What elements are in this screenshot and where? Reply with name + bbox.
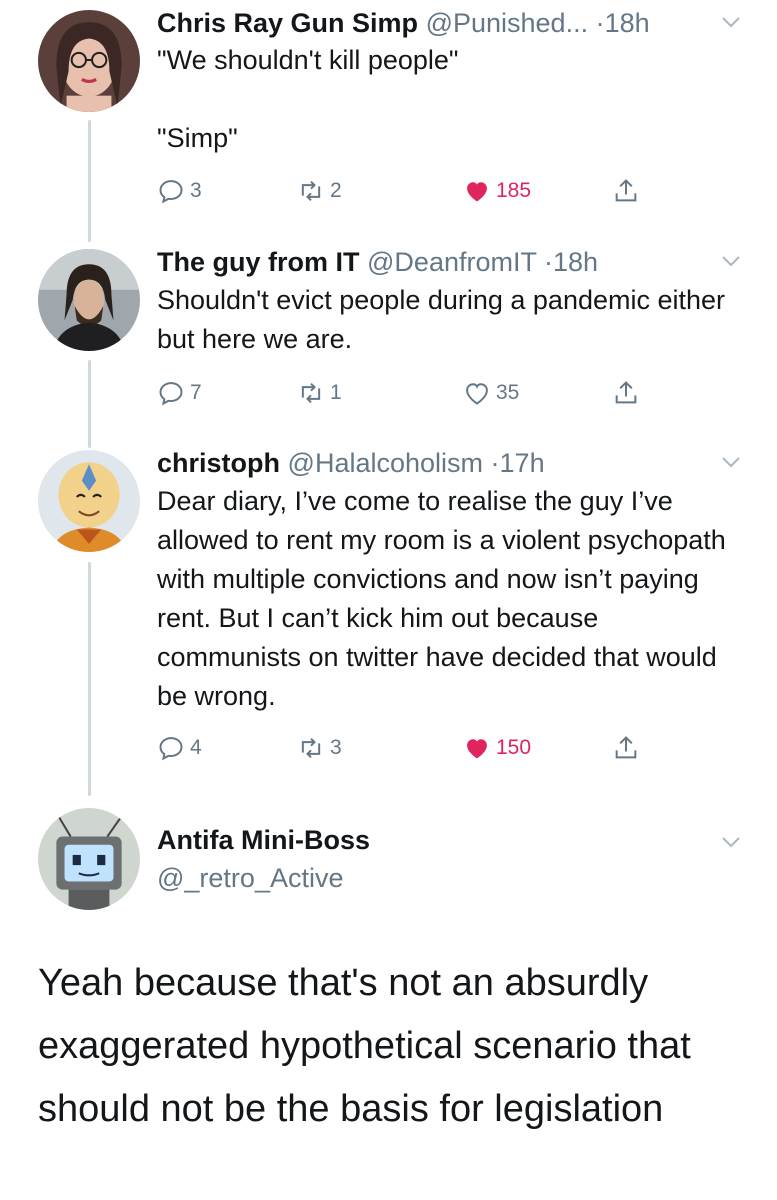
like-button[interactable]: 35 bbox=[463, 377, 519, 409]
avatar[interactable] bbox=[38, 249, 140, 351]
main-tweet-header[interactable]: Antifa Mini-Boss @_retro_Active bbox=[157, 821, 757, 897]
separator-dot: · bbox=[490, 448, 500, 478]
tweet-actions: 4 3 150 bbox=[157, 732, 657, 764]
retweet-count: 2 bbox=[330, 179, 342, 202]
like-button[interactable]: 150 bbox=[463, 732, 531, 764]
reply-count: 4 bbox=[190, 736, 202, 759]
retweet-count: 1 bbox=[330, 381, 342, 404]
retweet-button[interactable]: 2 bbox=[297, 175, 342, 207]
share-button[interactable] bbox=[612, 732, 645, 764]
share-icon bbox=[615, 179, 637, 202]
retweet-icon bbox=[301, 737, 321, 759]
chevron-down-icon[interactable] bbox=[719, 833, 743, 851]
display-name[interactable]: Antifa Mini-Boss bbox=[157, 825, 370, 855]
display-name[interactable]: The guy from IT bbox=[157, 247, 360, 277]
retweet-icon bbox=[301, 382, 321, 404]
reply-icon bbox=[159, 180, 183, 204]
avatar[interactable] bbox=[38, 808, 140, 910]
retweet-button[interactable]: 1 bbox=[297, 377, 342, 409]
main-tweet-text: Yeah because that's not an absurdly exag… bbox=[38, 962, 691, 1130]
reply-button[interactable]: 3 bbox=[157, 175, 202, 207]
reply-count: 3 bbox=[190, 179, 202, 202]
display-name[interactable]: christoph bbox=[157, 448, 280, 478]
chevron-down-icon[interactable] bbox=[719, 453, 743, 471]
chevron-down-icon[interactable] bbox=[719, 13, 743, 31]
reply-button[interactable]: 7 bbox=[157, 377, 202, 409]
tweet-header: The guy from IT @DeanfromIT ·18h bbox=[157, 246, 757, 278]
reply-icon bbox=[159, 737, 183, 761]
reply-icon bbox=[159, 382, 183, 406]
share-icon bbox=[615, 381, 637, 404]
share-icon bbox=[615, 736, 637, 759]
share-button[interactable] bbox=[612, 175, 645, 207]
handle[interactable]: @Punished... bbox=[426, 8, 589, 38]
tweet-header: @_retro_Active bbox=[157, 859, 757, 897]
like-count: 185 bbox=[496, 179, 532, 202]
handle[interactable]: @DeanfromIT bbox=[367, 247, 536, 277]
tweet-actions: 7 1 35 bbox=[157, 377, 657, 409]
tweet-text: "We shouldn't kill people" "Simp" bbox=[157, 45, 459, 153]
handle[interactable]: @Halalcoholism bbox=[288, 448, 483, 478]
tweet-header: christoph @Halalcoholism ·17h bbox=[157, 447, 757, 479]
tweet-text: Dear diary, I’ve come to realise the guy… bbox=[157, 486, 734, 711]
thread-line bbox=[88, 562, 91, 796]
timestamp[interactable]: 17h bbox=[500, 448, 545, 478]
handle[interactable]: @_retro_Active bbox=[157, 863, 343, 893]
thread-line bbox=[88, 120, 91, 242]
like-button[interactable]: 185 bbox=[463, 175, 531, 207]
timestamp[interactable]: 18h bbox=[553, 247, 598, 277]
tweet-text: Shouldn't evict people during a pandemic… bbox=[157, 285, 733, 354]
tweet-header: Antifa Mini-Boss bbox=[157, 821, 757, 859]
avatar[interactable] bbox=[38, 10, 140, 112]
tweet-header: Chris Ray Gun Simp @Punished... ·18h bbox=[157, 7, 757, 39]
reply-button[interactable]: 4 bbox=[157, 732, 202, 764]
heart-icon bbox=[466, 383, 488, 405]
display-name[interactable]: Chris Ray Gun Simp bbox=[157, 8, 418, 38]
timestamp[interactable]: 18h bbox=[605, 8, 650, 38]
share-button[interactable] bbox=[612, 377, 645, 409]
like-count: 35 bbox=[496, 381, 520, 404]
retweet-button[interactable]: 3 bbox=[297, 732, 342, 764]
tweet-actions: 3 2 185 bbox=[157, 175, 657, 207]
tweet[interactable]: The guy from IT @DeanfromIT ·18h Shouldn… bbox=[157, 246, 757, 359]
avatar[interactable] bbox=[38, 450, 140, 552]
tweet[interactable]: Chris Ray Gun Simp @Punished... ·18h "We… bbox=[157, 7, 757, 158]
retweet-icon bbox=[301, 180, 321, 202]
like-count: 150 bbox=[496, 736, 532, 759]
separator-dot: · bbox=[595, 8, 605, 38]
heart-icon bbox=[467, 182, 487, 202]
separator-dot: · bbox=[544, 247, 553, 277]
thread-line bbox=[88, 360, 91, 448]
retweet-count: 3 bbox=[330, 736, 342, 759]
tweet[interactable]: christoph @Halalcoholism ·17h Dear diary… bbox=[157, 447, 757, 716]
reply-count: 7 bbox=[190, 381, 202, 404]
heart-icon bbox=[467, 739, 487, 759]
chevron-down-icon[interactable] bbox=[719, 252, 743, 270]
